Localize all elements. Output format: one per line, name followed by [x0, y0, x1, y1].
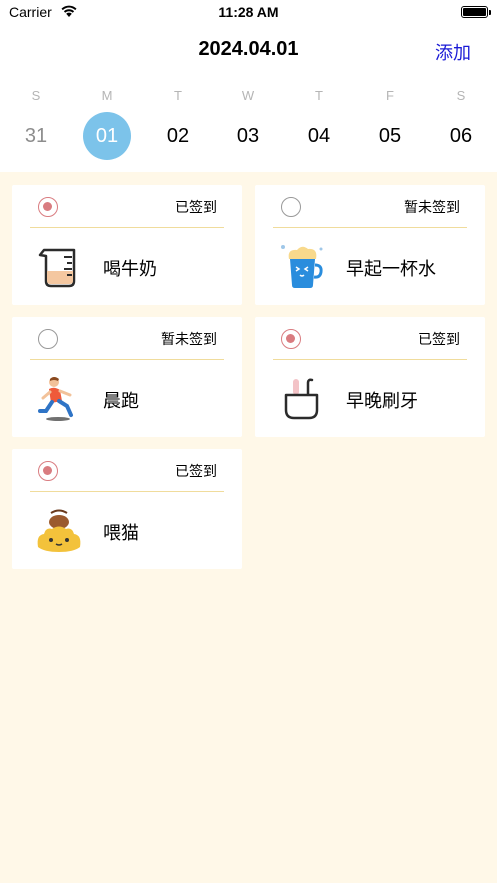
divider — [30, 491, 224, 492]
checkin-radio[interactable] — [281, 197, 301, 217]
divider — [30, 359, 224, 360]
checkin-status: 已签到 — [175, 200, 217, 216]
date-cell[interactable]: 04 — [295, 112, 343, 160]
weekday-label: T — [174, 88, 182, 103]
weekday-label: W — [241, 88, 255, 103]
status-bar: Carrier 11:28 AM — [0, 0, 497, 28]
page-title: 2024.04.01 — [198, 38, 299, 60]
weekday-label: F — [386, 88, 394, 103]
clock: 11:28 AM — [218, 4, 279, 20]
weekday-label: S — [456, 88, 466, 103]
checkin-status: 已签到 — [175, 464, 217, 480]
divider — [273, 227, 467, 228]
date-row: 31 01 02 03 04 05 06 — [0, 112, 497, 160]
battery-icon — [461, 6, 491, 18]
date-cell[interactable]: 02 — [154, 112, 202, 160]
checkin-radio[interactable] — [38, 461, 58, 481]
checkin-status: 暂未签到 — [404, 200, 460, 216]
checkin-radio[interactable] — [38, 197, 58, 217]
divider — [30, 227, 224, 228]
checkin-radio[interactable] — [38, 329, 58, 349]
weekday-label: T — [315, 88, 323, 103]
task-name: 喝牛奶 — [103, 259, 157, 280]
weekday-label: S — [31, 88, 41, 103]
task-name: 晨跑 — [103, 391, 139, 412]
checkin-status: 暂未签到 — [161, 332, 217, 348]
divider — [273, 359, 467, 360]
task-card[interactable]: 暂未签到 早起一杯水 — [255, 185, 485, 305]
task-card[interactable]: 已签到 早晚刷牙 — [255, 317, 485, 437]
checkin-status: 已签到 — [418, 332, 460, 348]
water-cup-icon — [281, 245, 323, 288]
weekday-label: M — [101, 88, 113, 103]
task-name: 喂猫 — [103, 523, 139, 544]
runner-icon — [38, 377, 73, 421]
checkin-radio[interactable] — [281, 329, 301, 349]
weekday-row: S M T W T F S — [0, 88, 497, 104]
header: 2024.04.01 添加 S M T W T F S 31 01 02 03 … — [0, 28, 497, 172]
task-name: 早起一杯水 — [346, 259, 436, 280]
task-card[interactable]: 已签到 喂猫 — [12, 449, 242, 569]
task-card[interactable]: 已签到 喝牛奶 — [12, 185, 242, 305]
task-name: 早晚刷牙 — [346, 391, 418, 412]
toothbrush-cup-icon — [284, 378, 319, 420]
add-button[interactable]: 添加 — [435, 39, 471, 65]
date-cell[interactable]: 03 — [224, 112, 272, 160]
task-card[interactable]: 暂未签到 晨跑 — [12, 317, 242, 437]
measuring-cup-icon — [38, 248, 76, 288]
date-cell[interactable]: 05 — [366, 112, 414, 160]
date-cell[interactable]: 06 — [437, 112, 485, 160]
date-cell-selected[interactable]: 01 — [83, 112, 131, 160]
cat-food-icon — [37, 509, 81, 552]
date-cell[interactable]: 31 — [12, 112, 60, 160]
